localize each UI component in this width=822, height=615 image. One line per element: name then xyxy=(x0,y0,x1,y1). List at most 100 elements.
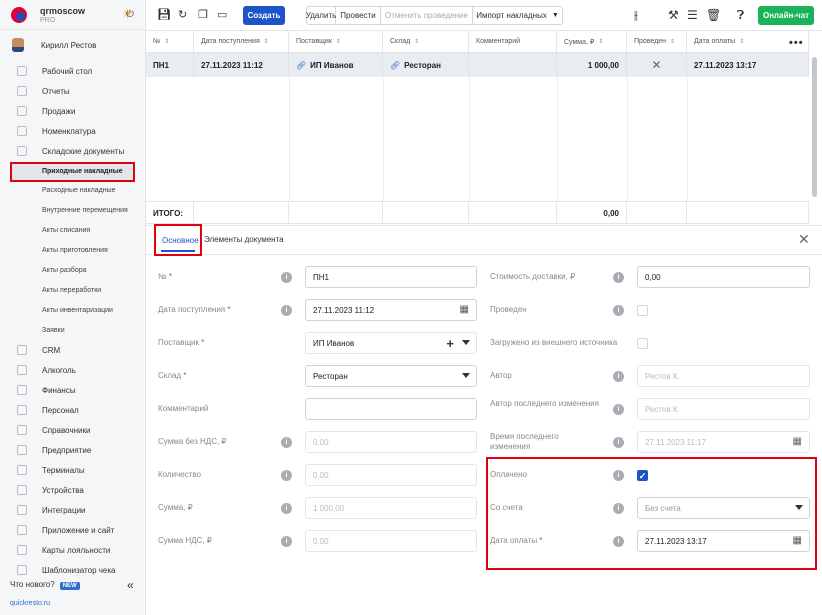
col-header-date[interactable]: Дата поступления ⇕ xyxy=(194,31,289,53)
sidebar-subitem-processing[interactable]: Акты переработки xyxy=(0,281,146,301)
last-time-value: 27.11.2023 11:17 xyxy=(645,437,707,447)
sidebar-item-desktop[interactable]: Рабочий стол xyxy=(0,61,146,81)
sidebar-subitem-requests[interactable]: Заявки xyxy=(0,321,146,341)
cell-supplier[interactable]: 🔗︎ ИП Иванов xyxy=(289,53,383,77)
delivery-input[interactable]: 0,00 xyxy=(637,266,810,288)
posted-checkbox[interactable] xyxy=(637,305,648,316)
info-icon[interactable]: i xyxy=(613,437,624,448)
date-input[interactable]: 27.11.2023 11:12 ▦ xyxy=(305,299,477,321)
col-header-warehouse[interactable]: Склад ⇕ xyxy=(383,31,469,53)
sidebar-item-reports[interactable]: Отчеты xyxy=(0,81,146,101)
calendar-icon[interactable]: ▦ xyxy=(460,304,469,315)
refresh-icon[interactable]: ↻ xyxy=(178,9,187,21)
table-scrollbar[interactable] xyxy=(811,54,818,199)
info-icon[interactable]: i xyxy=(281,437,292,448)
terminals-icon xyxy=(17,465,27,475)
trash-icon[interactable]: 🗑︎ xyxy=(706,8,721,22)
supplier-select[interactable]: ИП Иванов + xyxy=(305,332,477,354)
info-icon[interactable]: i xyxy=(613,404,624,415)
scroll-thumb[interactable] xyxy=(812,57,817,197)
sidebar-subitem-inventory[interactable]: Акты инвентаризации xyxy=(0,301,146,321)
user-profile[interactable]: Кирилл Рестов xyxy=(0,30,145,60)
info-icon[interactable]: i xyxy=(613,272,624,283)
col-header-comment[interactable]: Комментарий xyxy=(469,31,557,53)
print-icon[interactable]: ▭ xyxy=(217,9,227,21)
sidebar-item-enterprise[interactable]: Предприятие xyxy=(0,440,146,460)
comment-input[interactable] xyxy=(305,398,477,420)
tab-document-elements[interactable]: Элементы документа xyxy=(204,235,284,244)
cell-date[interactable]: 27.11.2023 11:12 xyxy=(194,53,289,77)
cell-comment[interactable] xyxy=(469,53,557,77)
sort-icon: ⇕ xyxy=(670,39,676,45)
sidebar-item-integrations[interactable]: Интеграции xyxy=(0,500,146,520)
info-icon[interactable]: i xyxy=(281,536,292,547)
info-icon[interactable]: i xyxy=(281,305,292,316)
online-chat-button[interactable]: Онлайн-чат xyxy=(758,6,814,25)
sidebar-subitem-internal-moves[interactable]: Внутренние перемещения xyxy=(0,201,146,221)
post-button[interactable]: Провести xyxy=(336,6,381,25)
unpost-button[interactable]: Отменить проведение xyxy=(381,6,473,25)
sidebar-item-staff[interactable]: Персонал xyxy=(0,400,146,420)
sidebar-item-terminals[interactable]: Терминалы xyxy=(0,460,146,480)
sidebar-item-alcohol[interactable]: Алкоголь xyxy=(0,360,146,380)
copy-icon[interactable]: ❐ xyxy=(198,9,208,21)
info-icon[interactable]: i xyxy=(281,272,292,283)
col-header-supplier[interactable]: Поставщик ⇕ xyxy=(289,31,383,53)
sidebar-subitem-writeoff[interactable]: Акты списания xyxy=(0,221,146,241)
more-options-icon[interactable]: ••• xyxy=(789,37,804,49)
sidebar-subitem-outgoing-invoices[interactable]: Расходные накладные xyxy=(0,181,146,201)
cell-posted[interactable]: ✕ xyxy=(627,53,687,77)
sidebar-subitem-cooking[interactable]: Акты приготовления xyxy=(0,241,146,261)
sidebar-item-finance[interactable]: Финансы xyxy=(0,380,146,400)
cell-sum[interactable]: 1 000,00 xyxy=(557,53,627,77)
sidebar-subitem-disassembly[interactable]: Акты разбора xyxy=(0,261,146,281)
delete-button[interactable]: Удалить xyxy=(306,6,336,25)
info-icon[interactable]: i xyxy=(613,371,624,382)
chevron-down-icon[interactable] xyxy=(462,340,470,345)
whats-new-link[interactable]: Что нового? NEW xyxy=(10,580,80,590)
col-header-posted[interactable]: Проведен ⇕ xyxy=(627,31,687,53)
cell-warehouse-label: Ресторан xyxy=(404,60,441,70)
sidebar-item-devices[interactable]: Устройства xyxy=(0,480,146,500)
save-icon[interactable]: 💾︎ xyxy=(157,9,171,21)
chevron-down-icon[interactable] xyxy=(462,373,470,378)
close-icon[interactable]: ✕ xyxy=(798,231,810,248)
import-label: Импорт накладных xyxy=(476,11,547,20)
total-cell xyxy=(194,202,289,224)
sidebar-item-sales[interactable]: Продажи xyxy=(0,101,146,121)
info-icon[interactable]: i xyxy=(613,305,624,316)
sidebar: qrmoscow PRO ☀ Кирилл Рестов ⏻ Рабочий с… xyxy=(0,0,146,615)
tools-icon[interactable]: ⚒ xyxy=(668,8,679,22)
site-link[interactable]: quickresto.ru xyxy=(10,600,50,607)
sidebar-item-warehouse-docs[interactable]: Складские документы xyxy=(0,141,146,161)
col-header-num[interactable]: № ⇕ xyxy=(146,31,194,53)
sidebar-item-receipt-templates[interactable]: Шаблонизатор чека xyxy=(0,560,146,580)
cell-num[interactable]: ПН1 xyxy=(146,53,194,77)
sidebar-item-crm[interactable]: CRM xyxy=(0,340,146,360)
app-icon xyxy=(17,525,27,535)
cell-warehouse[interactable]: 🔗︎ Ресторан xyxy=(383,53,469,77)
sidebar-item-directories[interactable]: Справочники xyxy=(0,420,146,440)
tab-main[interactable]: Основное xyxy=(154,224,202,256)
sidebar-item-loyalty[interactable]: Карты лояльности xyxy=(0,540,146,560)
num-input[interactable]: ПН1 xyxy=(305,266,477,288)
info-icon[interactable]: i xyxy=(281,470,292,481)
cell-pay-date[interactable]: 27.11.2023 13:17 xyxy=(687,53,809,77)
columns-settings-icon[interactable]: ⫲ xyxy=(634,8,638,23)
add-icon[interactable]: + xyxy=(446,336,454,351)
col-header-sum[interactable]: Сумма, ₽ ⇕ xyxy=(557,31,627,53)
sidebar-item-nomenclature[interactable]: Номенклатура xyxy=(0,121,146,141)
collapse-sidebar-icon[interactable]: « xyxy=(127,578,134,592)
sum-novat-input: 0,00 xyxy=(305,431,477,453)
tab-main-label: Основное xyxy=(162,236,199,245)
external-checkbox[interactable] xyxy=(637,338,648,349)
list-icon[interactable]: ☰ xyxy=(687,8,698,22)
sidebar-item-app-site[interactable]: Приложение и сайт xyxy=(0,520,146,540)
import-dropdown[interactable]: Импорт накладных ▼ xyxy=(473,6,563,25)
info-icon[interactable]: i xyxy=(281,503,292,514)
sidebar-subitem-incoming-invoices[interactable]: Приходные накладные xyxy=(10,162,135,182)
create-button[interactable]: Создать xyxy=(243,6,285,25)
warehouse-select[interactable]: Ресторан xyxy=(305,365,477,387)
help-icon[interactable]: ❓︎ xyxy=(737,8,744,23)
power-icon[interactable]: ⏻ xyxy=(126,9,134,20)
